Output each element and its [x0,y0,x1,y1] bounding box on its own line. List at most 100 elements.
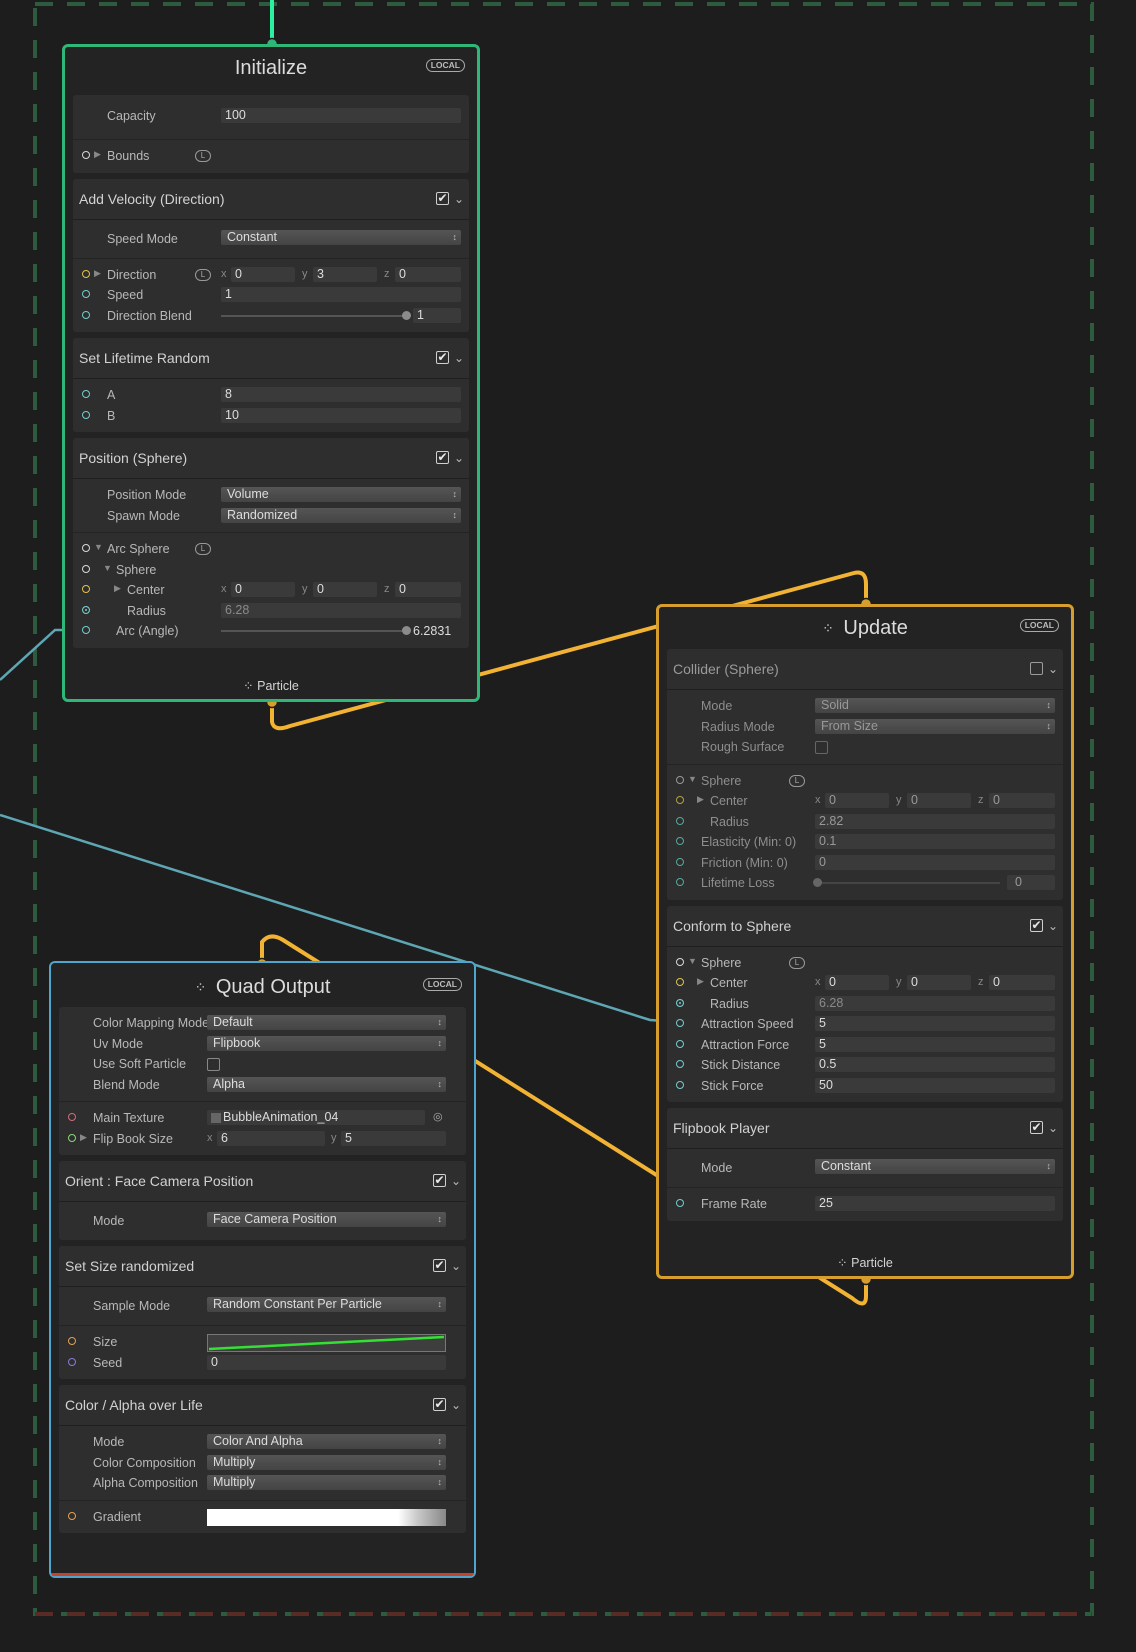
arc-angle-knob[interactable] [402,626,411,635]
direction-blend-field[interactable]: 1 [413,307,461,323]
attraction-force-field[interactable]: 5 [815,1036,1055,1052]
chevron-down-icon[interactable]: ⌄ [1048,1108,1058,1148]
collider-radius-field[interactable]: 2.82 [815,813,1055,829]
flipbook-size-port[interactable] [68,1133,76,1142]
chevron-down-icon[interactable]: ⌄ [1048,649,1058,689]
frame-rate-field[interactable]: 25 [815,1196,1055,1211]
flipbook-block[interactable]: Flipbook Player ✔ ⌄ Mode Constant Frame … [667,1108,1063,1221]
initialize-context[interactable]: Initialize LOCAL Capacity 100 ▶ Bounds L [62,44,480,702]
position-mode-dropdown[interactable]: Volume [221,487,461,502]
center-port[interactable] [676,796,684,804]
enable-checkbox[interactable]: ✔ [1030,1121,1043,1134]
friction-port[interactable] [676,857,684,866]
conform-block[interactable]: Conform to Sphere ✔ ⌄ ▼ Sphere L ▶ Cente… [667,905,1063,1102]
lifetime-loss-slider[interactable] [815,882,1000,884]
gradient-field[interactable] [207,1508,446,1526]
sample-mode-dropdown[interactable]: Random Constant Per Particle [207,1297,446,1312]
sphere-port[interactable] [676,957,684,966]
chevron-down-icon[interactable]: ⌄ [454,438,464,478]
direction-y-field[interactable]: 3 [313,266,377,282]
lifetime-loss-knob[interactable] [813,878,822,887]
direction-blend-slider[interactable] [221,314,406,317]
elasticity-field[interactable]: 0.1 [815,834,1055,849]
collapse-icon[interactable]: ▼ [94,542,103,552]
enable-checkbox[interactable]: ✔ [433,1174,446,1187]
local-space-icon[interactable]: L [789,956,805,969]
conform-center-y-field[interactable]: 0 [907,975,971,990]
lifetime-b-port[interactable] [82,410,90,419]
chevron-down-icon[interactable]: ⌄ [454,179,464,219]
orient-block[interactable]: Orient : Face Camera Position ✔ ⌄ Mode F… [59,1161,466,1240]
center-y-field[interactable]: 0 [313,582,377,597]
update-context[interactable]: ⁘ Update LOCAL Collider (Sphere) ✔ ⌄ Mod… [656,604,1074,1279]
sphere-port[interactable] [676,775,684,784]
chevron-down-icon[interactable]: ⌄ [451,1246,461,1286]
bounds-port[interactable] [82,151,90,159]
stick-distance-field[interactable]: 0.5 [815,1057,1055,1072]
attraction-force-port[interactable] [676,1039,684,1048]
collider-mode-dropdown[interactable]: Solid [815,698,1055,713]
enable-checkbox[interactable]: ✔ [436,191,449,205]
flipbook-size-x-field[interactable]: 6 [217,1130,325,1146]
expand-icon[interactable]: ▶ [114,583,121,594]
flipbook-size-y-field[interactable]: 5 [341,1130,446,1146]
direction-port[interactable] [82,269,90,278]
lifetime-a-field[interactable]: 8 [221,387,461,402]
elasticity-port[interactable] [676,837,684,845]
stick-distance-port[interactable] [676,1060,684,1068]
enable-checkbox[interactable]: ✔ [1030,662,1043,675]
main-texture-port[interactable] [68,1113,76,1121]
arc-sphere-port[interactable] [82,544,90,552]
rough-surface-checkbox[interactable] [815,741,828,754]
size-block[interactable]: Set Size randomized ✔ ⌄ Sample Mode Rand… [59,1246,466,1379]
add-velocity-block[interactable]: Add Velocity (Direction) ✔ ⌄ Speed Mode … [73,178,469,332]
color-mapping-dropdown[interactable]: Default [207,1015,446,1030]
local-space-icon[interactable]: L [195,150,211,162]
local-badge[interactable]: LOCAL [422,978,462,991]
object-picker-icon[interactable]: ◎ [433,1110,443,1123]
collapse-icon[interactable]: ▼ [688,774,697,784]
enable-checkbox[interactable]: ✔ [433,1259,446,1272]
sphere-port[interactable] [82,564,90,573]
blend-mode-dropdown[interactable]: Alpha [207,1076,446,1092]
seed-port[interactable] [68,1357,76,1366]
soft-particle-checkbox[interactable] [207,1058,220,1071]
lifetime-loss-port[interactable] [676,878,684,886]
local-space-icon[interactable]: L [195,543,211,555]
local-badge[interactable]: LOCAL [425,59,465,72]
collider-center-y-field[interactable]: 0 [907,793,971,808]
direction-z-field[interactable]: 0 [395,266,461,282]
direction-blend-knob[interactable] [402,310,411,320]
lifetime-a-port[interactable] [82,390,90,398]
color-block[interactable]: Color / Alpha over Life ✔ ⌄ Mode Color A… [59,1385,466,1533]
collapse-icon[interactable]: ▼ [103,563,112,573]
alpha-composition-dropdown[interactable]: Multiply [207,1475,446,1490]
collider-block[interactable]: Collider (Sphere) ✔ ⌄ Mode Solid Radius … [667,649,1063,900]
lifetime-block[interactable]: Set Lifetime Random ✔ ⌄ A 8 B 10 [73,338,469,432]
conform-center-x-field[interactable]: 0 [825,975,889,990]
size-port[interactable] [68,1337,76,1345]
stick-force-field[interactable]: 50 [815,1077,1055,1093]
collider-center-z-field[interactable]: 0 [989,793,1055,808]
size-curve-field[interactable] [207,1334,446,1352]
stick-force-port[interactable] [676,1080,684,1089]
enable-checkbox[interactable]: ✔ [436,351,449,364]
radius-port-connected[interactable] [676,998,684,1007]
attraction-speed-port[interactable] [676,1019,684,1027]
conform-center-z-field[interactable]: 0 [989,975,1055,990]
quad-output-context[interactable]: ⁘ Quad Output LOCAL Color Mapping Mode D… [49,961,476,1578]
arc-angle-slider[interactable] [221,630,406,632]
gradient-port[interactable] [68,1511,76,1520]
expand-icon[interactable]: ▶ [697,794,704,805]
local-badge[interactable]: LOCAL [1019,619,1059,632]
attraction-speed-field[interactable]: 5 [815,1016,1055,1031]
direction-x-field[interactable]: 0 [231,266,295,282]
speed-field[interactable]: 1 [221,287,461,302]
flipbook-mode-dropdown[interactable]: Constant [815,1159,1055,1174]
center-z-field[interactable]: 0 [395,582,461,597]
enable-checkbox[interactable]: ✔ [433,1398,446,1411]
chevron-down-icon[interactable]: ⌄ [451,1161,461,1201]
spawn-mode-dropdown[interactable]: Randomized [221,507,461,523]
arc-angle-port[interactable] [82,626,90,634]
orient-mode-dropdown[interactable]: Face Camera Position [207,1212,446,1227]
